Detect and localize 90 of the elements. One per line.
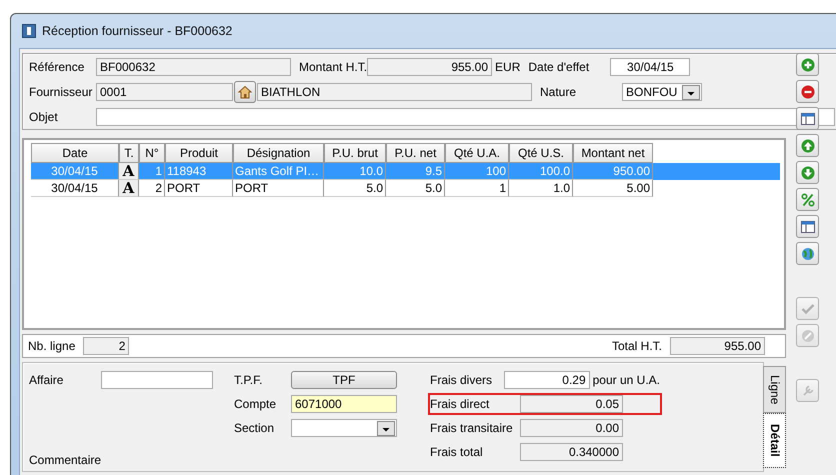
table-row[interactable]: 30/04/15 A 1 118943 Gants Golf PI… 10.0 9.5 100 100.0 950.00 (31, 163, 780, 180)
section-dropdown[interactable] (291, 419, 397, 437)
field-label: Commentaire (29, 453, 102, 467)
toolbar-button[interactable] (796, 215, 819, 238)
percent-icon (800, 192, 814, 206)
field-label: Total H.T. (612, 339, 662, 353)
subject-field[interactable] (96, 108, 835, 126)
column-header[interactable]: P.U. net (386, 143, 445, 163)
table-cell: 950.00 (573, 163, 653, 180)
table-cell: 1 (445, 180, 509, 197)
field-label: Référence (29, 60, 86, 74)
field-label: Affaire (29, 373, 64, 387)
table-cell: PORT (165, 180, 233, 197)
fee-field[interactable]: 0.340000 (520, 443, 623, 461)
table-cell: 5.0 (324, 180, 386, 197)
field-label: Frais transitaire (430, 421, 514, 435)
window-title: Réception fournisseur - BF000632 (42, 24, 232, 38)
column-header[interactable]: N° (139, 143, 165, 163)
toolbar-button[interactable] (796, 161, 819, 184)
supplier-code-field[interactable]: 0001 (96, 83, 233, 101)
column-header[interactable]: Désignation (233, 143, 324, 163)
table-cell: 10.0 (324, 163, 386, 180)
up-arrow-icon (800, 138, 814, 152)
total-field: 955.00 (670, 337, 765, 355)
currency-label: EUR (495, 60, 520, 74)
column-header[interactable]: P.U. brut (324, 143, 386, 163)
toolbar-button[interactable] (796, 242, 819, 265)
globe-icon (800, 246, 814, 260)
house-icon (238, 85, 252, 99)
column-header[interactable]: Montant net (573, 143, 653, 163)
fee-field[interactable]: 0.00 (520, 419, 623, 437)
field-label: Date d'effet (528, 60, 590, 74)
field-label: Frais direct (430, 397, 490, 411)
plus-icon (800, 58, 814, 72)
field-label: Montant H.T. (299, 60, 368, 74)
tpf-button[interactable]: TPF (291, 371, 397, 389)
table-cell: Gants Golf PI… (233, 163, 324, 180)
column-header[interactable]: Qté U.S. (509, 143, 573, 163)
project-field[interactable] (101, 371, 213, 389)
field-label: Frais divers (430, 373, 494, 387)
date-field[interactable]: 30/04/15 (610, 58, 690, 76)
table-row[interactable]: 30/04/15 A 2 PORT PORT 5.0 5.0 1 1.0 5.00 (31, 180, 780, 197)
field-label: T.P.F. (234, 373, 264, 387)
column-header[interactable]: Produit (165, 143, 233, 163)
table-cell: 1.0 (509, 180, 573, 197)
field-label: Nb. ligne (28, 339, 76, 353)
field-label: Objet (29, 110, 59, 124)
fee-field[interactable]: 0.29 (504, 371, 590, 389)
table-cell: PORT (233, 180, 324, 197)
table-cell: 118943 (165, 163, 233, 180)
toolbar-button[interactable] (796, 134, 819, 157)
toolbar-button[interactable] (796, 53, 819, 76)
field-label: Section (234, 421, 276, 435)
table-icon (800, 220, 814, 234)
toolbar-button[interactable] (796, 188, 819, 211)
field-label: Fournisseur (29, 85, 94, 99)
toolbar-button[interactable] (796, 107, 819, 130)
side-tab[interactable]: Ligne (763, 366, 786, 414)
amount-field[interactable]: 955.00 (367, 58, 492, 76)
unit-label: pour un U.A. (592, 373, 660, 387)
column-header[interactable]: Qté U.A. (445, 143, 509, 163)
line-count-field: 2 (83, 337, 130, 355)
table-cell: 1 (139, 163, 165, 180)
wrench-icon (800, 384, 814, 398)
field-label: Frais total (430, 445, 484, 459)
minus-icon (800, 84, 814, 98)
supplier-name-field[interactable]: BIATHLON (257, 83, 532, 101)
type-cell: A (119, 180, 139, 197)
column-header[interactable]: Date (31, 143, 119, 163)
reference-field[interactable]: BF000632 (96, 58, 291, 76)
column-header[interactable]: T. (119, 143, 139, 163)
checkmark-icon (800, 302, 814, 316)
account-field[interactable]: 6071000 (291, 395, 397, 413)
toolbar-button[interactable] (796, 80, 819, 103)
table-cell: 100.0 (509, 163, 573, 180)
table-cell: 2 (139, 180, 165, 197)
side-tab[interactable]: Détail (763, 413, 786, 468)
down-arrow-icon (800, 166, 814, 180)
field-label: Nature (540, 85, 578, 99)
app-icon (22, 24, 36, 38)
fee-field[interactable]: 0.05 (520, 395, 623, 413)
table-cell: 100 (445, 163, 509, 180)
table-icon (800, 112, 814, 126)
table-cell: 5.00 (573, 180, 653, 197)
table-cell: 5.0 (386, 180, 445, 197)
field-label: Compte (234, 397, 278, 411)
nature-dropdown[interactable]: BONFOU (622, 83, 702, 101)
type-cell: A (119, 163, 139, 180)
home-button[interactable] (234, 81, 256, 103)
table-cell: 9.5 (386, 163, 445, 180)
